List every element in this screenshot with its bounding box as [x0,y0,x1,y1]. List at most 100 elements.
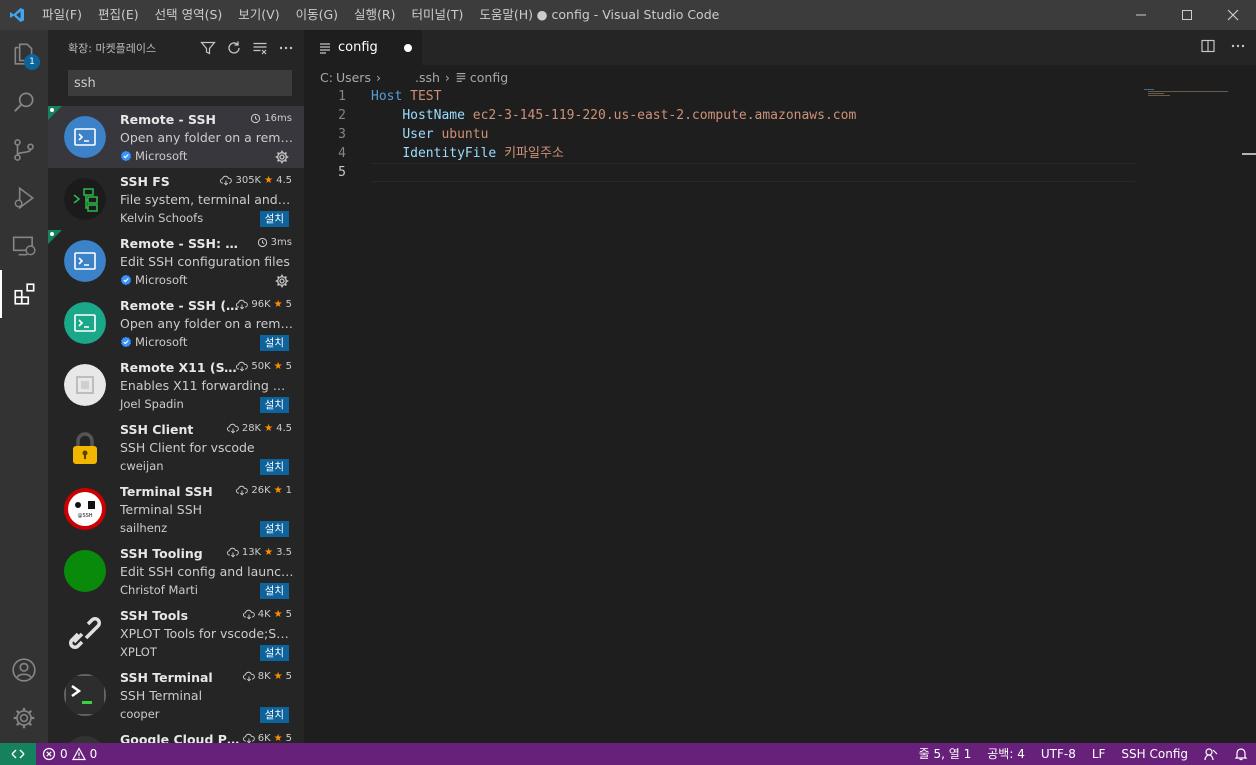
breadcrumb-ssh[interactable]: .ssh [415,70,440,85]
menu-item[interactable]: 선택 영역(S) [147,0,231,30]
problems-indicator[interactable]: 0 0 [42,743,97,765]
extension-item[interactable]: Remote - SSH: Editing Configuration File… [48,230,304,292]
extension-publisher[interactable]: sailhenz [120,521,167,535]
install-button[interactable]: 설치 [259,521,289,537]
extension-item[interactable]: Remote - SSH 16ms Open any folder on a rem… [48,106,304,168]
accounts-activity[interactable] [0,646,48,694]
breadcrumb-drive[interactable]: C: [320,70,333,85]
menu-item[interactable]: 도움말(H) [471,0,541,30]
extension-publisher[interactable]: Microsoft [120,335,187,349]
minimize-button[interactable] [1118,0,1164,30]
cursor-position[interactable]: 줄 5, 열 1 [911,743,980,765]
config-key: HostName [402,108,465,123]
end-of-line[interactable]: LF [1084,743,1114,765]
clear-results-button[interactable] [250,38,270,58]
gear-icon [13,707,35,729]
editor-area: config C: Users › .ssh › config 1 Host TE… [304,30,1256,743]
extensions-activity[interactable] [0,270,48,318]
install-button[interactable]: 설치 [259,707,289,723]
extension-item[interactable]: SSH Tools 4K★5 XPLOT Tools for vscode;SSH,… [48,602,304,664]
extension-publisher[interactable]: Kelvin Schoofs [120,211,203,225]
remote-indicator-button[interactable] [0,743,36,765]
menu-item[interactable]: 보기(V) [230,0,287,30]
extension-publisher[interactable]: XPLOT [120,645,157,659]
vscode-logo-icon[interactable] [0,0,34,30]
install-button[interactable]: 설치 [259,459,289,475]
run-debug-activity[interactable] [0,174,48,222]
menu-item[interactable]: 편집(E) [90,0,147,30]
manage-extension-button[interactable] [274,273,290,289]
extension-item[interactable]: SSH Terminal 8K ★ 5 SSH Terminal cooper 설치 [48,664,304,726]
extension-publisher[interactable]: Christof Marti [120,583,198,597]
extension-icon [64,426,106,468]
code-line[interactable]: 1 Host TEST [304,87,1256,106]
install-button[interactable]: 설치 [259,335,289,351]
manage-activity[interactable] [0,694,48,742]
extension-stats: 8K ★ 5 [242,671,292,682]
extension-item[interactable]: SSH Tooling 13K ★ 3.5 Edit SSH config and la… [48,540,304,602]
tab-config[interactable]: config [304,30,422,65]
feedback-button[interactable] [1196,747,1226,761]
editor-more-button[interactable] [1230,38,1246,58]
close-window-button[interactable] [1210,0,1256,30]
feedback-icon [1204,748,1218,761]
extension-publisher[interactable]: cweijan [120,459,164,473]
extension-item[interactable]: SSH FS 305K ★ 4.5 File system, terminal and … [48,168,304,230]
install-button[interactable]: 설치 [259,397,289,413]
install-button[interactable]: 설치 [259,645,289,661]
line-number: 1 [338,89,346,104]
split-editor-button[interactable] [1200,38,1216,58]
chevron-right-icon: › [375,69,381,85]
download-icon [220,175,233,186]
remote-explorer-activity[interactable] [0,222,48,270]
refresh-button[interactable] [224,38,244,58]
breadcrumb-users[interactable]: Users [336,70,371,85]
menu-item[interactable]: 파일(F) [34,0,90,30]
extension-publisher[interactable]: Microsoft [120,273,187,287]
extension-publisher[interactable]: Microsoft [120,149,187,163]
extensions-search-input[interactable] [68,70,292,96]
extension-item[interactable]: SSH Client 28K ★ 4.5 SSH Client for vscode cw… [48,416,304,478]
extension-item[interactable]: Remote X11 (SSH) 50K ★ 5 Enables X11 forward… [48,354,304,416]
code-editor[interactable]: 1 Host TEST 2 HostName ec2-3-145-119-220.u… [304,87,1256,182]
minimap[interactable] [1142,87,1242,107]
extension-publisher[interactable]: Joel Spadin [120,397,184,411]
code-line[interactable]: 2 HostName ec2-3-145-119-220.us-east-2.c… [304,106,1256,125]
menu-item[interactable]: 이동(G) [288,0,346,30]
manage-extension-button[interactable] [274,149,290,165]
breadcrumb: C: Users › .ssh › config [320,66,508,88]
source-control-activity[interactable] [0,126,48,174]
menu-item[interactable]: 터미널(T) [404,0,472,30]
explorer-activity[interactable]: 1 [0,30,48,78]
extension-icon: @SSH [64,488,106,530]
extension-item[interactable]: Google Cloud Platform SSH6K★5 [48,726,304,743]
code-line[interactable]: 4 IdentityFile 키파일주소 [304,144,1256,163]
line-number: 4 [338,146,346,161]
code-line[interactable]: 5 [304,163,1256,182]
config-value: ubuntu [441,127,489,142]
download-count: 8K [257,671,271,682]
extension-name: SSH Tools [120,608,189,623]
install-button[interactable]: 설치 [259,583,289,599]
notifications-button[interactable] [1226,747,1256,761]
indentation[interactable]: 공백: 4 [979,743,1033,765]
code-line[interactable]: 3 User ubuntu [304,125,1256,144]
encoding[interactable]: UTF-8 [1033,743,1084,765]
filter-button[interactable] [198,38,218,58]
maximize-button[interactable] [1164,0,1210,30]
extension-stats: 305K ★ 4.5 [220,175,292,186]
search-activity[interactable] [0,78,48,126]
unsaved-dot-icon[interactable] [404,44,412,52]
extension-item[interactable]: @SSH Terminal SSH 26K ★ 1 Terminal SSH sailhen… [48,478,304,540]
gear-icon [275,150,289,164]
extension-publisher[interactable]: cooper [120,707,160,721]
menu-item[interactable]: 실행(R) [346,0,403,30]
breadcrumb-config[interactable]: config [470,70,508,85]
language-mode[interactable]: SSH Config [1113,743,1196,765]
extension-item[interactable]: Remote - SSH (Nightly)96K★5Open any fold… [48,292,304,354]
download-icon [236,299,249,310]
more-actions-button[interactable] [276,38,296,58]
install-button[interactable]: 설치 [259,211,289,227]
extension-description: XPLOT Tools for vscode;SSH,SFTP [120,626,294,641]
download-count: 28K [241,423,262,434]
